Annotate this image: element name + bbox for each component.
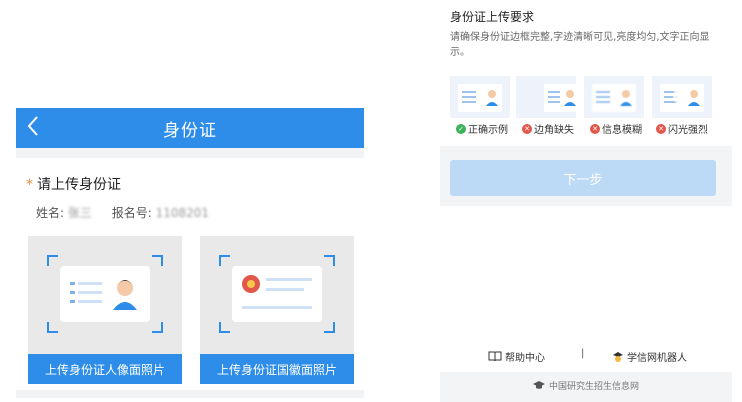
back-icon[interactable]: [26, 114, 40, 138]
example-thumb-glare: [652, 76, 712, 118]
book-icon: [488, 351, 502, 362]
upload-requirements-panel: 身份证上传要求 请确保身份证边框完整,字迹清晰可见,亮度均匀,文字正向显示。 ✓…: [440, 0, 732, 402]
next-step-button[interactable]: 下一步: [450, 160, 716, 196]
id-emblem-illustration: [219, 255, 335, 333]
name-label: 姓名:: [36, 206, 65, 220]
cross-icon: ✕: [590, 123, 600, 134]
reg-label: 报名号:: [111, 206, 152, 220]
requirements-desc: 请确保身份证边框完整,字迹清晰可见,亮度均匀,文字正向显示。: [450, 32, 710, 58]
reg-value: 1108201: [155, 206, 210, 220]
example-label-correct: ✓ 正确示例: [456, 121, 508, 136]
page-title: 身份证: [163, 120, 217, 141]
robot-link[interactable]: 学信网机器人: [612, 349, 687, 364]
requirements-title: 身份证上传要求: [450, 10, 535, 24]
requirements-section: 身份证上传要求 请确保身份证边框完整,字迹清晰可见,亮度均匀,文字正向显示。 ✓…: [440, 0, 732, 146]
example-thumb-corner-missing: [516, 76, 576, 118]
check-icon: ✓: [456, 123, 466, 134]
content-area: [440, 206, 732, 342]
upload-emblem-label: 上传身份证国徽面照片: [200, 354, 354, 384]
example-thumb-correct: [450, 76, 510, 118]
required-mark: *: [26, 177, 33, 193]
upload-portrait-card[interactable]: 上传身份证人像面照片: [28, 236, 182, 384]
footer-divider: |: [581, 348, 585, 359]
example-label-blurry: ✕ 信息模糊: [590, 121, 642, 136]
example-label-glare: ✕ 闪光强烈: [656, 121, 708, 136]
graduation-cap-icon: [532, 381, 545, 389]
robot-icon: [613, 351, 623, 362]
footer-bar: [440, 342, 732, 372]
upload-portrait-label: 上传身份证人像面照片: [28, 354, 182, 384]
cross-icon: ✕: [522, 123, 532, 134]
example-label-corner-missing: ✕ 边角缺失: [522, 121, 574, 136]
site-footer: 中国研究生招生信息网: [440, 374, 732, 396]
help-center-link[interactable]: 帮助中心: [488, 349, 545, 364]
example-thumb-blurry: [584, 76, 644, 118]
divider: [16, 148, 364, 158]
requirement-text: 请上传身份证: [37, 177, 121, 193]
upload-requirement: * 请上传身份证: [26, 174, 121, 194]
divider: [16, 390, 364, 398]
id-portrait-illustration: [47, 255, 163, 333]
name-value: 张三: [67, 206, 92, 220]
id-upload-screen: 身份证 * 请上传身份证 姓名: 张三 报名号: 1108201 上传身份证人像…: [16, 108, 364, 398]
cross-icon: ✕: [656, 123, 666, 134]
applicant-info: 姓名: 张三 报名号: 1108201: [36, 204, 225, 221]
upload-emblem-card[interactable]: 上传身份证国徽面照片: [200, 236, 354, 384]
header-bar: 身份证: [16, 108, 364, 148]
